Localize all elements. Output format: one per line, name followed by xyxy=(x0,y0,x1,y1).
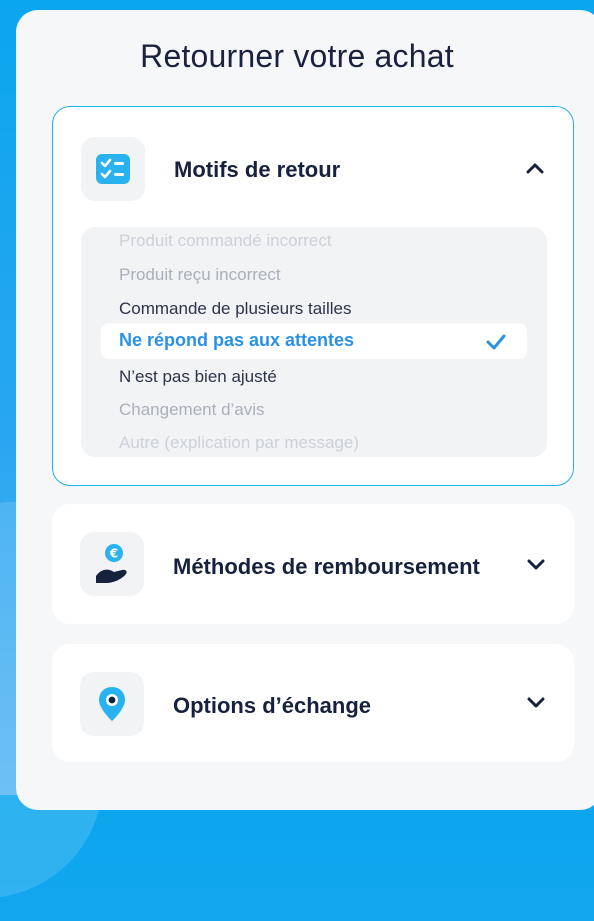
exchange-options-card[interactable]: Options d’échange xyxy=(52,644,574,762)
reason-option[interactable]: Autre (explication par message) xyxy=(119,433,359,453)
hand-euro-coin-icon: € xyxy=(80,532,144,596)
section-title-refund-methods[interactable]: Méthodes de remboursement xyxy=(173,554,480,580)
chevron-down-icon[interactable] xyxy=(526,696,546,710)
reasons-picker[interactable]: Produit commandé incorrect Produit reçu … xyxy=(81,227,547,457)
reason-option[interactable]: Commande de plusieurs tailles xyxy=(119,299,351,319)
selected-reason-row[interactable]: Ne répond pas aux attentes xyxy=(101,323,527,359)
checklist-icon xyxy=(81,137,145,201)
reason-option-selected[interactable]: Ne répond pas aux attentes xyxy=(119,330,354,351)
page-title: Retourner votre achat xyxy=(140,38,454,74)
check-icon xyxy=(486,334,506,350)
return-reasons-card: Motifs de retour Produit commandé incorr… xyxy=(52,106,574,486)
svg-text:€: € xyxy=(109,547,118,561)
refund-methods-card[interactable]: € Méthodes de remboursement xyxy=(52,504,574,624)
reason-option[interactable]: Changement d’avis xyxy=(119,400,265,420)
chevron-down-icon[interactable] xyxy=(526,558,546,572)
reason-option[interactable]: Produit reçu incorrect xyxy=(119,265,281,285)
location-pin-icon xyxy=(80,672,144,736)
reason-option[interactable]: N’est pas bien ajusté xyxy=(119,367,277,387)
section-title-exchange-options[interactable]: Options d’échange xyxy=(173,693,371,719)
reason-option[interactable]: Produit commandé incorrect xyxy=(119,231,332,251)
section-title-return-reasons[interactable]: Motifs de retour xyxy=(174,157,340,183)
chevron-up-icon[interactable] xyxy=(525,161,545,175)
